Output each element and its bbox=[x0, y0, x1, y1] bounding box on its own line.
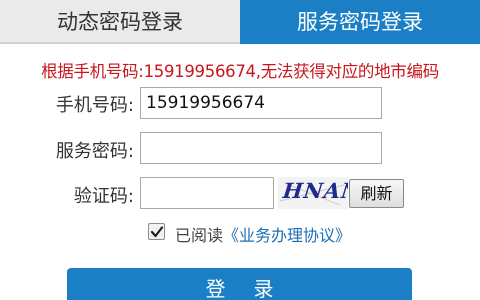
agreement-prefix: 已阅读 bbox=[175, 226, 224, 245]
captcha-input[interactable] bbox=[140, 177, 274, 209]
agreement-link[interactable]: 《业务办理协议》 bbox=[223, 226, 351, 245]
login-tabs: 动态密码登录 服务密码登录 bbox=[0, 0, 480, 44]
login-button[interactable]: 登录 bbox=[67, 268, 412, 300]
tab-dynamic-password-login[interactable]: 动态密码登录 bbox=[0, 0, 240, 44]
agreement-checkbox[interactable] bbox=[148, 223, 165, 240]
captcha-text: HNAN bbox=[281, 178, 348, 203]
refresh-captcha-button[interactable]: 刷新 bbox=[349, 179, 404, 208]
checkmark-icon bbox=[150, 226, 164, 238]
password-input[interactable] bbox=[140, 132, 382, 164]
error-message: 根据手机号码:15919956674,无法获得对应的地市编码 bbox=[41, 62, 439, 81]
agreement-text: 已阅读《业务办理协议》 bbox=[175, 222, 351, 246]
captcha-label: 验证码: bbox=[73, 186, 134, 207]
password-label: 服务密码: bbox=[55, 141, 134, 162]
phone-label: 手机号码: bbox=[55, 95, 134, 116]
tab-service-password-login[interactable]: 服务密码登录 bbox=[240, 0, 480, 44]
captcha-image[interactable]: HNAN bbox=[278, 177, 348, 209]
phone-input[interactable] bbox=[140, 87, 382, 119]
